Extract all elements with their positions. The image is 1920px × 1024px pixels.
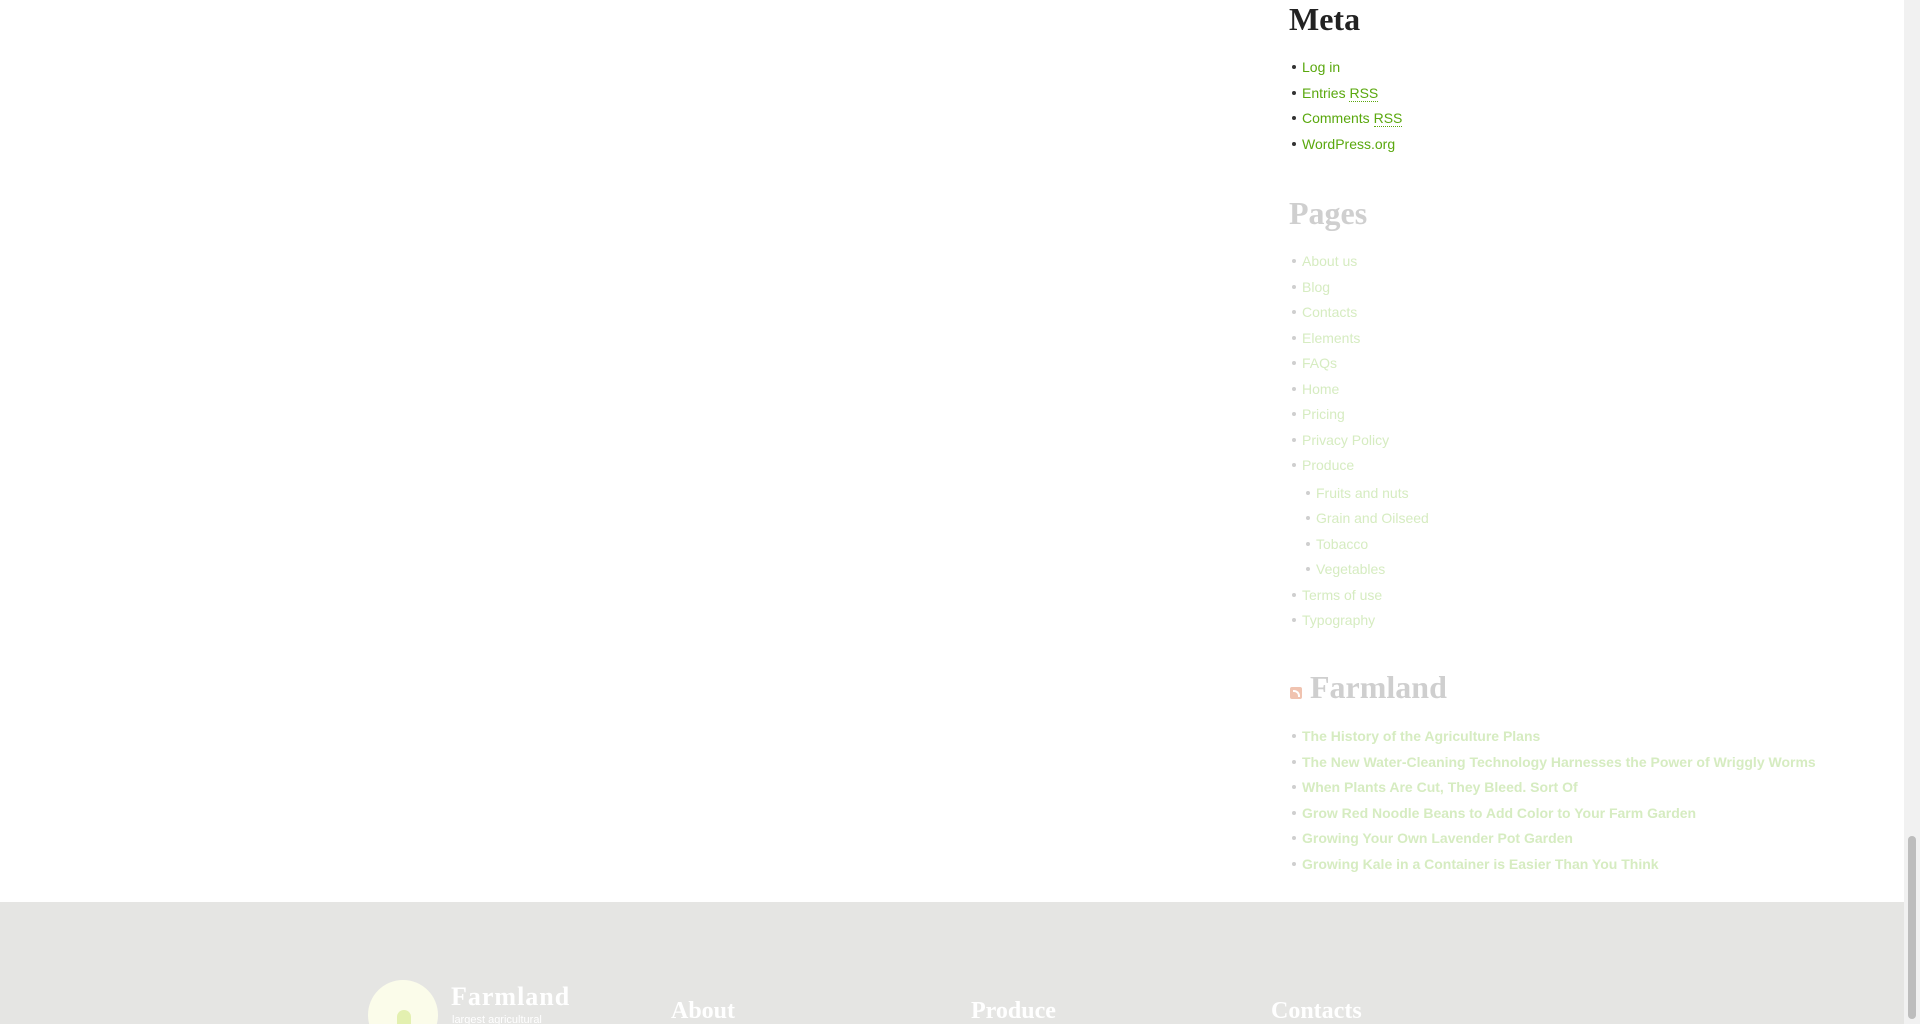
meta-item-entries-rss: Entries RSS [1289, 84, 1402, 110]
page-item: Elements [1289, 329, 1389, 355]
rss-widget-title[interactable]: Farmland [1310, 668, 1447, 706]
rss-item: Grow Red Noodle Beans to Add Color to Yo… [1289, 804, 1816, 830]
tree-icon [397, 1010, 411, 1024]
page-item: Pricing [1289, 405, 1389, 431]
rss-list: The History of the Agriculture Plans The… [1289, 727, 1816, 880]
footer-heading-about: About [671, 998, 736, 1024]
page-item: Produce [1289, 456, 1389, 482]
page-link-grain-and-oilseed[interactable]: Grain and Oilseed [1316, 510, 1429, 526]
page-link-about-us[interactable]: About us [1302, 253, 1357, 269]
rss-link[interactable]: Grow Red Noodle Beans to Add Color to Yo… [1302, 805, 1696, 821]
comments-rss-abbr: RSS [1373, 110, 1403, 127]
rss-link[interactable]: The New Water-Cleaning Technology Harnes… [1302, 754, 1816, 770]
comments-rss-link[interactable]: Comments RSS [1302, 110, 1403, 127]
page-item: Privacy Policy [1289, 431, 1389, 457]
footer-logo[interactable] [368, 980, 438, 1024]
page-item: Contacts [1289, 303, 1389, 329]
page-subitem: Fruits and nuts [1289, 484, 1429, 510]
entries-rss-abbr: RSS [1349, 84, 1379, 102]
page-link-elements[interactable]: Elements [1302, 330, 1360, 346]
page-link-typography[interactable]: Typography [1302, 612, 1375, 628]
rss-item: When Plants Are Cut, They Bleed. Sort Of [1289, 778, 1816, 804]
entries-rss-label: Entries [1302, 84, 1350, 101]
rss-icon[interactable] [1290, 687, 1302, 699]
rss-link[interactable]: Growing Your Own Lavender Pot Garden [1302, 830, 1573, 846]
page-link-produce[interactable]: Produce [1302, 457, 1354, 473]
rss-item: Growing Your Own Lavender Pot Garden [1289, 829, 1816, 855]
page-subitem: Vegetables [1289, 560, 1429, 586]
page-subitem: Tobacco [1289, 535, 1429, 561]
page-item: Blog [1289, 278, 1389, 304]
footer-heading-contacts: Contacts [1271, 998, 1362, 1024]
vertical-scrollbar[interactable] [1904, 0, 1920, 1024]
page-link-contacts[interactable]: Contacts [1302, 304, 1357, 320]
meta-list: Log in Entries RSS Comments RSS WordPres… [1289, 58, 1403, 161]
footer-heading-produce: Produce [971, 998, 1056, 1024]
page-item: FAQs [1289, 354, 1389, 380]
login-link-label: Log in [1302, 59, 1341, 75]
meta-item-login: Log in [1289, 58, 1402, 84]
page-link-privacy-policy[interactable]: Privacy Policy [1302, 432, 1389, 448]
page-link-terms-of-use[interactable]: Terms of use [1302, 587, 1382, 603]
rss-item: Growing Kale in a Container is Easier Th… [1289, 855, 1816, 881]
site-footer: Farmland largest agricultural About Prod… [0, 902, 1904, 1024]
page-link-fruits-and-nuts[interactable]: Fruits and nuts [1316, 485, 1409, 501]
meta-item-wordpress: WordPress.org [1289, 135, 1402, 161]
footer-brand-tagline: largest agricultural [452, 1014, 542, 1024]
rss-link[interactable]: The History of the Agriculture Plans [1302, 728, 1540, 744]
page-item: Home [1289, 380, 1389, 406]
page-link-faqs[interactable]: FAQs [1302, 355, 1337, 371]
pages-list-continued: Terms of use Typography [1289, 586, 1382, 637]
rss-item: The New Water-Cleaning Technology Harnes… [1289, 753, 1816, 779]
comments-rss-label: Comments [1302, 110, 1374, 126]
page-link-home[interactable]: Home [1302, 381, 1339, 397]
page-link-tobacco[interactable]: Tobacco [1316, 536, 1368, 552]
page-item: Terms of use [1289, 586, 1382, 612]
scrollbar-thumb[interactable] [1908, 836, 1916, 1019]
page-link-blog[interactable]: Blog [1302, 279, 1330, 295]
page-item: About us [1289, 252, 1389, 278]
rss-link[interactable]: Growing Kale in a Container is Easier Th… [1302, 856, 1659, 872]
page-item: Typography [1289, 611, 1382, 637]
page-link-pricing[interactable]: Pricing [1302, 406, 1345, 422]
wordpress-org-link[interactable]: WordPress.org [1302, 136, 1395, 152]
rss-item: The History of the Agriculture Plans [1289, 727, 1816, 753]
footer-brand-name[interactable]: Farmland [451, 982, 570, 1012]
wordpress-org-label: WordPress.org [1302, 135, 1396, 152]
rss-link[interactable]: When Plants Are Cut, They Bleed. Sort Of [1302, 779, 1578, 795]
pages-list: About us Blog Contacts Elements FAQs Hom… [1289, 252, 1389, 482]
login-link[interactable]: Log in [1302, 59, 1340, 75]
page-link-vegetables[interactable]: Vegetables [1316, 561, 1385, 577]
meta-widget-title: Meta [1289, 1, 1361, 37]
page-subitem: Grain and Oilseed [1289, 509, 1429, 535]
page: Meta Log in Entries RSS Comments RSS Wor… [0, 0, 1904, 1024]
produce-sublist: Fruits and nuts Grain and Oilseed Tobacc… [1289, 484, 1429, 586]
entries-rss-link[interactable]: Entries RSS [1302, 84, 1379, 102]
pages-widget-title: Pages [1289, 195, 1368, 231]
meta-item-comments-rss: Comments RSS [1289, 109, 1403, 135]
